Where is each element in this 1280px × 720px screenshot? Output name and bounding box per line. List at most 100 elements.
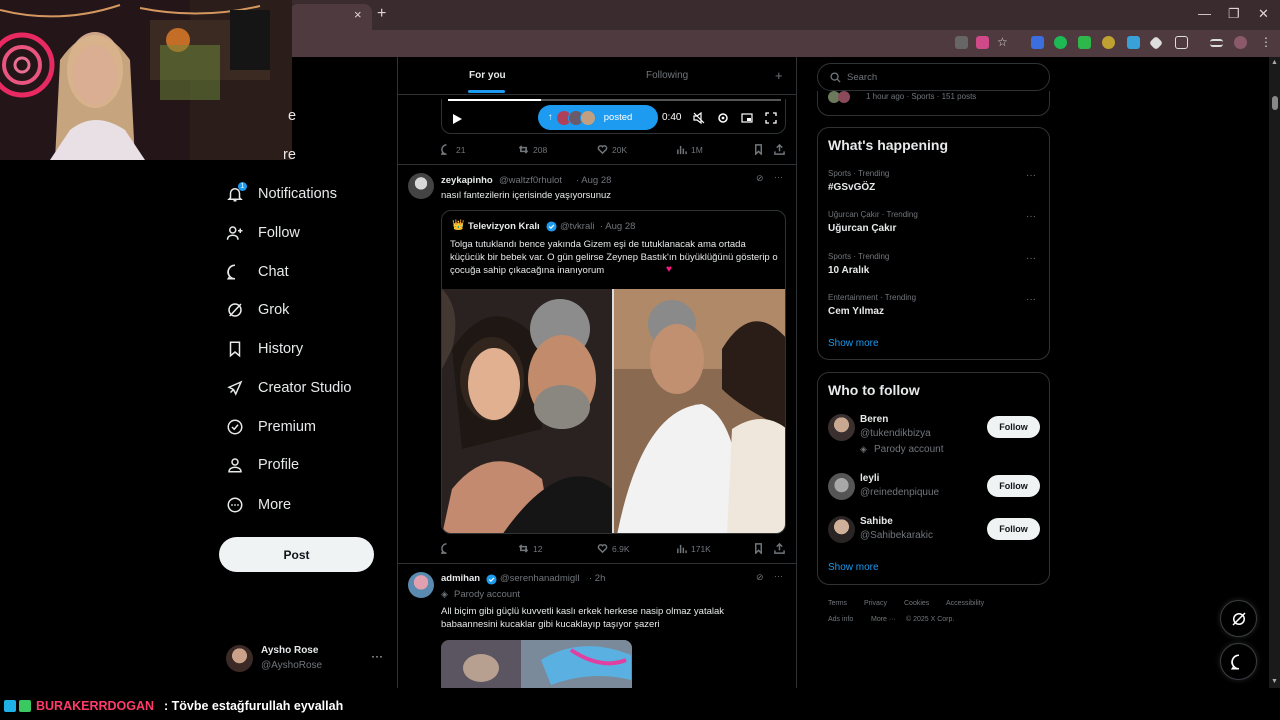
kebab-menu-icon[interactable]: ⋮ — [1260, 36, 1273, 49]
follow-button[interactable]: Follow — [987, 416, 1040, 438]
repost-button[interactable]: 208 — [518, 144, 547, 155]
avatar[interactable] — [828, 414, 855, 441]
scroll-up-icon[interactable]: ▲ — [1271, 59, 1278, 66]
quoted-post-image[interactable] — [442, 289, 786, 534]
star-icon[interactable]: ☆ — [997, 36, 1010, 49]
reply-button[interactable] — [441, 543, 456, 554]
settings-icon[interactable] — [717, 112, 729, 124]
divider — [398, 164, 796, 165]
post-image[interactable] — [441, 640, 632, 688]
post-author-name[interactable]: admihan — [441, 573, 480, 584]
footer-link-accessibility[interactable]: Accessibility — [946, 600, 984, 607]
extension-icon[interactable] — [1031, 36, 1044, 49]
more-icon[interactable]: ··· — [1026, 253, 1036, 264]
fullscreen-icon[interactable] — [765, 112, 777, 124]
extension-icon[interactable] — [1127, 36, 1140, 49]
maximize-icon[interactable]: ❐ — [1228, 6, 1240, 22]
post-time[interactable]: · Aug 28 — [576, 175, 611, 186]
share-button[interactable] — [774, 543, 785, 554]
nav-item-history[interactable]: History — [226, 335, 303, 363]
bookmark-button[interactable] — [753, 144, 764, 155]
verified-badge-icon — [486, 574, 497, 585]
grok-icon[interactable]: ⊘ — [756, 173, 764, 184]
close-tab-icon[interactable]: × — [354, 7, 362, 22]
tab-for-you[interactable]: For you — [469, 70, 506, 81]
quoted-post[interactable]: 👑 Televizyon Kralı @tvkrali · Aug 28 Tol… — [441, 210, 786, 534]
more-icon[interactable]: ··· — [774, 172, 783, 182]
post-author-handle[interactable]: @serenhanadmiglI — [500, 573, 580, 584]
nav-item-chat[interactable]: Chat — [226, 258, 289, 286]
window-close-icon[interactable]: ✕ — [1258, 6, 1269, 22]
reply-button[interactable]: 21 — [441, 144, 465, 155]
account-switcher[interactable]: Aysho Rose @AyshoRose ··· — [226, 643, 386, 675]
nav-item-follow[interactable]: Follow — [226, 219, 300, 247]
trend-name[interactable]: Cem Yılmaz — [828, 306, 884, 317]
like-button[interactable]: 20K — [597, 144, 627, 155]
follow-button[interactable]: Follow — [987, 475, 1040, 497]
play-icon[interactable] — [452, 113, 463, 125]
share-button[interactable] — [774, 144, 785, 155]
extension-icon[interactable] — [976, 36, 989, 49]
trend-name[interactable]: 10 Aralık — [828, 265, 869, 276]
post-button[interactable]: Post — [219, 537, 374, 572]
footer-link-cookies[interactable]: Cookies — [904, 600, 929, 607]
media-control-icon[interactable] — [1210, 39, 1223, 47]
like-button[interactable]: 6.9K — [597, 543, 630, 554]
more-icon[interactable]: ··· — [371, 649, 383, 663]
footer-link-ads-info[interactable]: Ads info — [828, 616, 853, 623]
more-icon[interactable]: ··· — [1026, 170, 1036, 181]
footer-link-terms[interactable]: Terms — [828, 600, 847, 607]
avatar[interactable] — [828, 473, 855, 500]
profile-avatar-icon[interactable] — [1234, 36, 1247, 49]
nav-item-grok[interactable]: Grok — [226, 296, 289, 324]
suggested-user-name[interactable]: Beren — [860, 414, 888, 425]
nav-item-more[interactable]: More — [226, 491, 291, 519]
grok-icon[interactable]: ⊘ — [756, 572, 764, 583]
follow-button[interactable]: Follow — [987, 518, 1040, 540]
minimize-icon[interactable]: — — [1198, 6, 1211, 21]
scroll-down-icon[interactable]: ▼ — [1271, 678, 1278, 685]
footer-link-privacy[interactable]: Privacy — [864, 600, 887, 607]
grok-button[interactable] — [1220, 600, 1257, 637]
repost-button[interactable]: 12 — [518, 543, 542, 554]
search-input[interactable]: Search — [817, 63, 1050, 91]
nav-item-profile[interactable]: Profile — [226, 451, 299, 479]
avatar[interactable] — [408, 173, 434, 199]
more-icon[interactable]: ··· — [1026, 294, 1036, 305]
nav-item-creator-studio[interactable]: Creator Studio — [226, 374, 352, 402]
show-more-link[interactable]: Show more — [828, 338, 879, 349]
suggested-user-name[interactable]: leyli — [860, 473, 879, 484]
more-icon[interactable]: ··· — [1026, 211, 1036, 222]
picture-in-picture-icon[interactable] — [741, 112, 753, 124]
post-time[interactable]: · 2h — [589, 573, 605, 584]
new-posts-pill[interactable]: ↑ posted — [538, 105, 658, 130]
trend-name[interactable]: #GSvGÖZ — [828, 182, 875, 193]
suggested-user-name[interactable]: Sahibe — [860, 516, 893, 527]
shield-icon[interactable] — [1078, 36, 1091, 49]
views-button[interactable]: 171K — [676, 543, 711, 554]
more-icon[interactable]: ··· — [774, 571, 783, 581]
extension-icon[interactable] — [1102, 36, 1115, 49]
post-author-handle[interactable]: @waltzf0rhulot — [499, 175, 562, 186]
mute-icon[interactable] — [693, 112, 705, 124]
tab-following[interactable]: Following — [646, 70, 688, 81]
grok-icon — [228, 303, 242, 317]
add-tab-button[interactable]: + — [775, 68, 783, 83]
footer-link-more[interactable]: More ··· — [871, 616, 896, 623]
post-author-name[interactable]: zeykapinho — [441, 175, 493, 186]
bookmark-button[interactable] — [753, 543, 764, 554]
scrollbar[interactable] — [1269, 57, 1280, 688]
avatar[interactable] — [408, 572, 434, 598]
new-tab-button[interactable]: + — [377, 5, 386, 23]
messages-button[interactable] — [1220, 643, 1257, 680]
avatar[interactable] — [828, 516, 855, 543]
translate-icon[interactable] — [955, 36, 968, 49]
puzzle-icon[interactable] — [1175, 36, 1188, 49]
trending-summary[interactable]: 1 hour ago · Sports · 151 posts — [817, 91, 1050, 116]
show-more-link[interactable]: Show more — [828, 562, 879, 573]
scrollbar-thumb[interactable] — [1272, 96, 1278, 110]
views-button[interactable]: 1M — [676, 144, 703, 155]
nav-item-premium[interactable]: Premium — [226, 413, 316, 441]
trend-name[interactable]: Uğurcan Çakır — [828, 223, 896, 234]
extension-icon[interactable] — [1054, 36, 1067, 49]
